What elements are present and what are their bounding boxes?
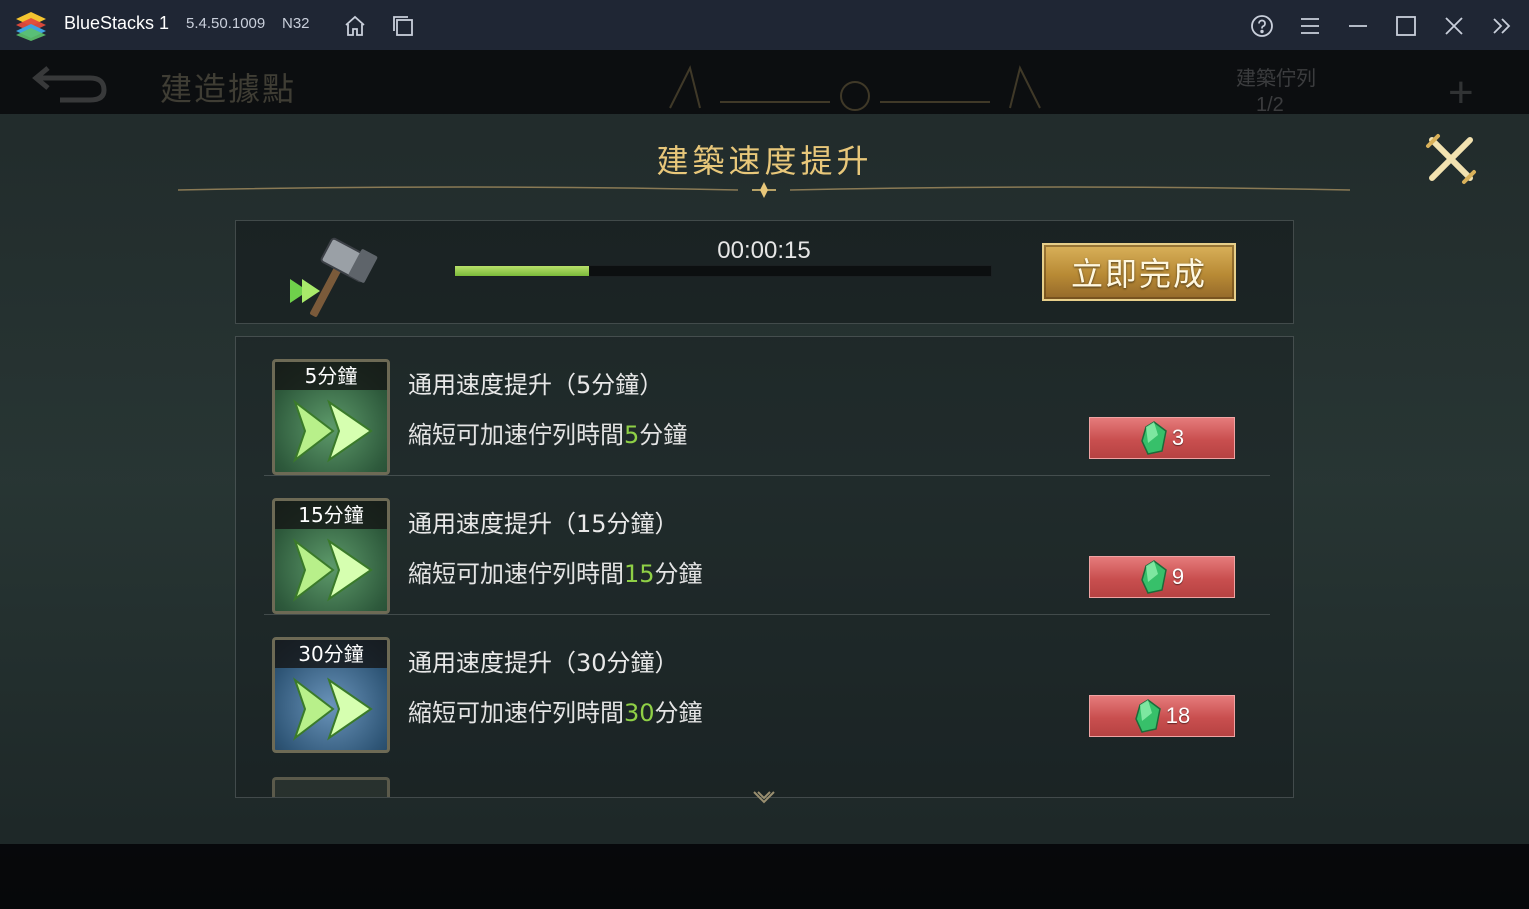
- item-name: 通用速度提升（5分鐘）: [408, 371, 664, 399]
- double-arrow-icon: [293, 538, 373, 602]
- emerald-gem-icon: [1141, 560, 1167, 594]
- item-name: 通用速度提升（30分鐘）: [408, 649, 679, 677]
- speedup-item-icon: 15分鐘: [272, 498, 390, 614]
- item-desc-value: 15: [624, 560, 655, 588]
- speedup-modal: 建築速度提升 00:00:15 立即完成 5分鐘 通用速度提升（5分鐘） 縮短可…: [0, 114, 1529, 844]
- item-desc-suffix: 分鐘: [654, 560, 703, 588]
- emerald-gem-icon: [1134, 699, 1161, 733]
- item-desc-suffix: 分鐘: [639, 421, 688, 449]
- menu-icon[interactable]: [1297, 13, 1323, 39]
- list-item: 5分鐘 通用速度提升（5分鐘） 縮短可加速佇列時間5分鐘 3: [236, 337, 1293, 476]
- close-icon[interactable]: [1441, 13, 1467, 39]
- item-name: 通用速度提升（15分鐘）: [408, 510, 679, 538]
- header-ornament: [669, 65, 1041, 111]
- item-icon-label: 30分鐘: [275, 640, 387, 668]
- speedup-item-icon: 30分鐘: [272, 637, 390, 753]
- use-gem-button[interactable]: 3: [1089, 417, 1235, 459]
- item-description: 縮短可加速佇列時間30分鐘: [408, 693, 703, 728]
- item-desc-prefix: 縮短可加速佇列時間: [408, 421, 624, 449]
- game-viewport: 建造據點 建築佇列 1/2 + 建築速度提升 00:00:15 立即完成 5分鐘…: [0, 50, 1529, 909]
- app-build: N32: [282, 15, 310, 32]
- modal-title: 建築速度提升: [656, 142, 873, 180]
- item-desc-prefix: 縮短可加速佇列時間: [408, 560, 624, 588]
- item-desc-prefix: 縮短可加速佇列時間: [408, 699, 624, 727]
- item-desc-suffix: 分鐘: [654, 699, 703, 727]
- speedup-item-list: 5分鐘 通用速度提升（5分鐘） 縮短可加速佇列時間5分鐘 3 15分鐘 通用速度…: [235, 336, 1294, 798]
- use-gem-button[interactable]: 9: [1089, 556, 1235, 598]
- item-description: 縮短可加速佇列時間15分鐘: [408, 554, 703, 589]
- build-progress-bar: [454, 265, 992, 277]
- emerald-gem-icon: [1141, 421, 1167, 455]
- build-progress-fill: [455, 266, 589, 276]
- add-queue-icon[interactable]: +: [1448, 68, 1474, 118]
- gem-cost: 3: [1171, 425, 1185, 450]
- home-icon[interactable]: [342, 13, 368, 39]
- game-header-bar: 建造據點 建築佇列 1/2 +: [0, 50, 1529, 117]
- item-desc-value: 30: [624, 699, 655, 727]
- maximize-icon[interactable]: [1393, 13, 1419, 39]
- emulator-titlebar: BlueStacks 1 5.4.50.1009 N32: [0, 0, 1529, 50]
- expand-sidebar-icon[interactable]: [1489, 13, 1515, 39]
- item-icon-label: 5分鐘: [275, 362, 387, 390]
- item-icon-label: 15分鐘: [275, 501, 387, 529]
- use-gem-button[interactable]: 18: [1089, 695, 1235, 737]
- game-bottom-bar: [0, 844, 1529, 909]
- double-arrow-icon: [293, 399, 373, 463]
- hammer-icon: [290, 237, 378, 317]
- app-version: 5.4.50.1009: [186, 15, 266, 32]
- speedup-item-icon: 5分鐘: [272, 359, 390, 475]
- build-queue-label: 建築佇列: [1236, 66, 1316, 90]
- build-progress-panel: 00:00:15 立即完成: [235, 220, 1294, 324]
- gem-cost: 18: [1165, 703, 1191, 728]
- minimize-icon[interactable]: [1345, 13, 1371, 39]
- gem-cost: 9: [1171, 564, 1185, 589]
- title-divider: [178, 182, 1350, 198]
- list-item: 30分鐘 通用速度提升（30分鐘） 縮短可加速佇列時間30分鐘 18: [236, 615, 1293, 754]
- finish-now-button[interactable]: 立即完成: [1042, 243, 1236, 301]
- item-description: 縮短可加速佇列時間5分鐘: [408, 415, 687, 450]
- modal-close-icon[interactable]: [1424, 132, 1478, 186]
- scroll-down-chevron-icon[interactable]: [750, 788, 778, 808]
- back-arrow-icon[interactable]: [30, 64, 110, 104]
- item-desc-value: 5: [624, 421, 640, 449]
- app-name: BlueStacks 1: [64, 13, 170, 33]
- background-page-title: 建造據點: [160, 70, 297, 108]
- double-arrow-icon: [293, 677, 373, 741]
- help-icon[interactable]: [1249, 13, 1275, 39]
- multi-instance-icon[interactable]: [390, 13, 416, 39]
- bluestacks-logo-icon: [16, 12, 46, 41]
- build-timer: 00:00:15: [717, 237, 811, 264]
- list-item: 15分鐘 通用速度提升（15分鐘） 縮短可加速佇列時間15分鐘 9: [236, 476, 1293, 615]
- list-item-partial[interactable]: [272, 777, 390, 797]
